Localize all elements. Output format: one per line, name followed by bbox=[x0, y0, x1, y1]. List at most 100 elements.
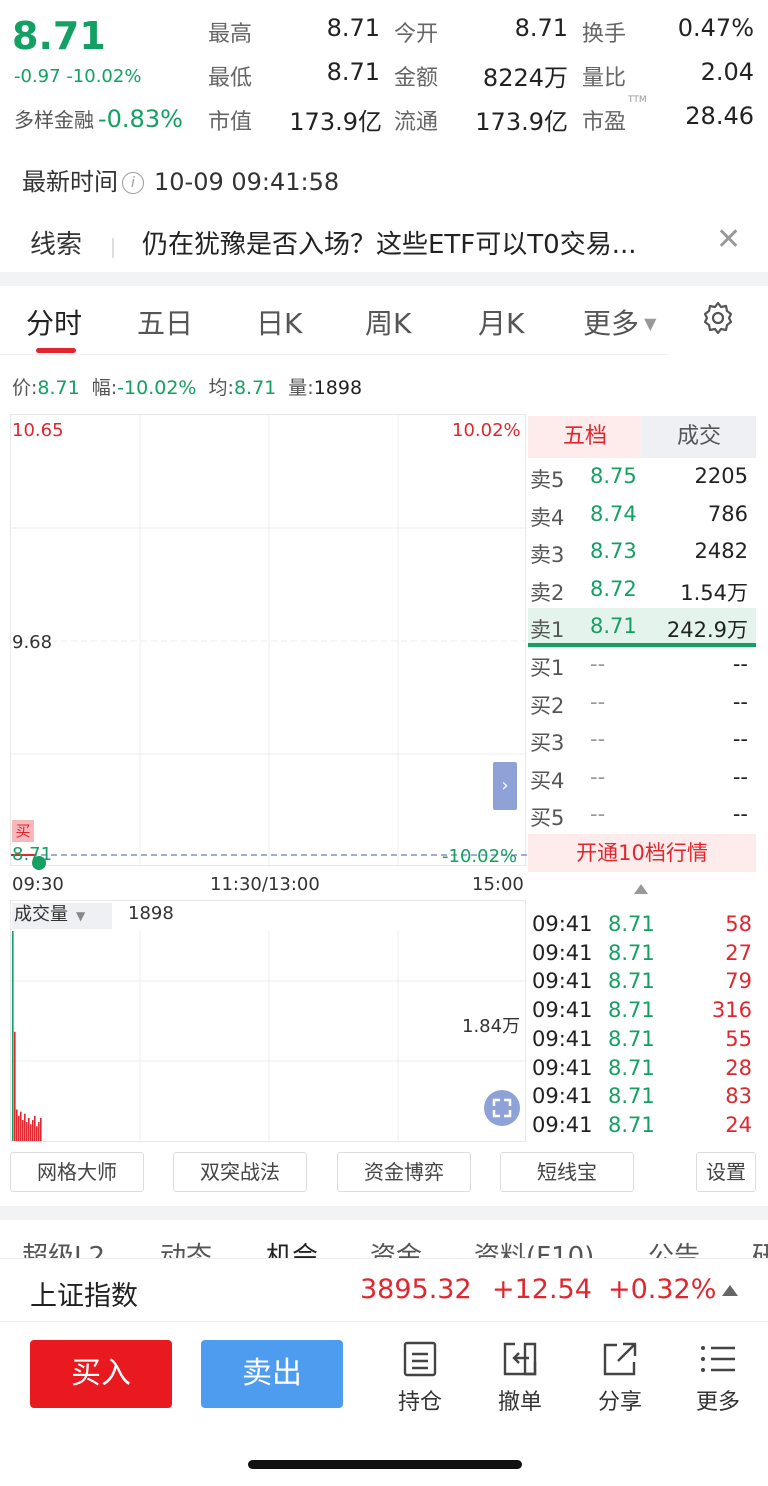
sell-level-row[interactable]: 卖4 8.74 786 bbox=[530, 496, 752, 533]
buy-level-row[interactable]: 买1 -- -- bbox=[530, 646, 752, 683]
trade-row: 09:41 8.71 55 bbox=[532, 1027, 754, 1056]
tab-daily-k[interactable]: 日K bbox=[256, 302, 302, 342]
volume-bar bbox=[36, 1126, 38, 1141]
level-price: -- bbox=[590, 764, 606, 789]
current-price: 8.71 bbox=[12, 14, 106, 58]
pct-label-top: 10.02% bbox=[452, 420, 521, 441]
sell-level-row[interactable]: 卖2 8.72 1.54万 bbox=[530, 571, 752, 608]
trade-volume: 28 bbox=[725, 1055, 752, 1080]
chart-info-line: 价:8.71 幅:-10.02% 均:8.71 量:1898 bbox=[12, 377, 363, 399]
sell-level-row[interactable]: 卖1 8.71 242.9万 bbox=[530, 608, 752, 645]
sell-level-row[interactable]: 卖5 8.75 2205 bbox=[530, 458, 752, 495]
y-label-mid: 9.68 bbox=[12, 632, 53, 653]
buy-level-row[interactable]: 买3 -- -- bbox=[530, 721, 752, 758]
share-button[interactable]: 分享 bbox=[590, 1340, 650, 1416]
chart-tabs: 分时 五日 日K 周K 月K 更多 ▼ bbox=[0, 290, 768, 354]
fullscreen-icon[interactable] bbox=[484, 1090, 520, 1126]
tab-news[interactable]: 动态 bbox=[160, 1236, 212, 1258]
pe-ttm-suffix: TTM bbox=[628, 95, 647, 105]
buy-level-row[interactable]: 买4 -- -- bbox=[530, 759, 752, 796]
x-label-midday: 11:30/13:00 bbox=[210, 874, 320, 895]
tool-capital-game[interactable]: 资金博弈 bbox=[337, 1152, 471, 1192]
level-volume: -- bbox=[732, 727, 748, 751]
level-volume: 786 bbox=[707, 501, 748, 526]
tab-super-l2[interactable]: 超级L2 bbox=[22, 1236, 105, 1258]
buy-marker[interactable]: 买 bbox=[12, 820, 34, 842]
expand-panel-button[interactable]: › bbox=[493, 762, 517, 810]
tab-intraday[interactable]: 分时 bbox=[26, 302, 82, 342]
volume-bar bbox=[16, 1109, 18, 1141]
tool-short-term[interactable]: 短线宝 bbox=[500, 1152, 634, 1192]
sell-button[interactable]: 卖出 bbox=[201, 1340, 343, 1408]
more-button[interactable]: 更多 bbox=[688, 1340, 748, 1416]
volume-bar bbox=[38, 1122, 40, 1141]
caret-down-icon: ▼ bbox=[76, 909, 86, 923]
index-ticker[interactable]: 上证指数 3895.32 +12.54 +0.32% bbox=[0, 1258, 768, 1322]
trade-volume: 316 bbox=[711, 998, 752, 1023]
level-label: 买1 bbox=[530, 656, 565, 680]
trade-time: 09:41 bbox=[532, 912, 593, 936]
tab-capital[interactable]: 资金 bbox=[370, 1236, 422, 1258]
level-label: 买2 bbox=[530, 693, 565, 718]
tab-five-day[interactable]: 五日 bbox=[137, 302, 193, 342]
expand-up-icon[interactable] bbox=[722, 1285, 738, 1296]
trade-volume: 24 bbox=[725, 1112, 752, 1137]
gear-icon[interactable] bbox=[700, 300, 736, 336]
clue-banner[interactable]: 线索 仍在犹豫是否入场？这些ETF可以T0交易... ✕ bbox=[0, 210, 768, 270]
level-label: 买3 bbox=[530, 731, 565, 755]
scroll-up-icon[interactable] bbox=[634, 884, 648, 894]
index-change-pct: +0.32% bbox=[608, 1274, 717, 1305]
trade-price: 8.71 bbox=[608, 998, 655, 1023]
tab-more[interactable]: 更多 ▼ bbox=[583, 302, 656, 342]
y-label-top: 10.65 bbox=[12, 420, 64, 441]
quote-label-market-cap: 市值 bbox=[208, 110, 253, 135]
intraday-chart[interactable] bbox=[10, 414, 527, 867]
close-icon[interactable]: ✕ bbox=[716, 222, 741, 257]
trade-time: 09:41 bbox=[532, 1084, 593, 1109]
volume-bar bbox=[34, 1115, 36, 1141]
volume-chart[interactable] bbox=[10, 900, 527, 1143]
quote-header: 8.71 -0.97 -10.02% 多样金融 -0.83% 最高 8.71 今开… bbox=[0, 0, 768, 150]
clue-text[interactable]: 仍在犹豫是否入场？这些ETF可以T0交易... bbox=[142, 224, 636, 261]
volume-max-label: 1.84万 bbox=[462, 1016, 521, 1037]
share-icon bbox=[603, 1342, 637, 1376]
tool-grid-master[interactable]: 网格大师 bbox=[10, 1152, 144, 1192]
level-volume: 1.54万 bbox=[680, 580, 748, 605]
tab-announcements[interactable]: 公告 bbox=[648, 1236, 700, 1258]
upgrade-10-level-button[interactable]: 开通10档行情 bbox=[528, 834, 756, 872]
buy-button[interactable]: 买入 bbox=[30, 1340, 172, 1408]
tab-research[interactable]: 研 bbox=[752, 1236, 768, 1258]
caret-down-icon: ▼ bbox=[639, 314, 657, 333]
tab-monthly-k[interactable]: 月K bbox=[478, 302, 524, 342]
home-indicator[interactable] bbox=[248, 1460, 522, 1469]
volume-value: 1898 bbox=[128, 903, 174, 924]
holdings-button[interactable]: 持仓 bbox=[390, 1340, 450, 1416]
level-price: -- bbox=[590, 652, 606, 676]
trade-time: 09:41 bbox=[532, 1055, 593, 1080]
latest-time-label: 最新时间 bbox=[22, 168, 118, 196]
level-price: -- bbox=[590, 689, 606, 714]
tab-weekly-k[interactable]: 周K bbox=[365, 302, 411, 342]
info-icon[interactable]: i bbox=[122, 172, 144, 194]
buy-level-row[interactable]: 买5 -- -- bbox=[530, 796, 752, 833]
sell-level-row[interactable]: 卖3 8.73 2482 bbox=[530, 533, 752, 570]
tool-double-breakout[interactable]: 双突战法 bbox=[173, 1152, 307, 1192]
quote-label-amount: 金额 bbox=[394, 66, 439, 91]
tool-settings[interactable]: 设置 bbox=[696, 1152, 756, 1192]
tab-depth[interactable]: 五档 bbox=[528, 416, 642, 458]
latest-time-value: 10-09 09:41:58 bbox=[154, 168, 340, 196]
buy-level-row[interactable]: 买2 -- -- bbox=[530, 684, 752, 721]
tab-trades[interactable]: 成交 bbox=[642, 416, 756, 458]
cancel-order-icon bbox=[503, 1342, 537, 1376]
trade-time: 09:41 bbox=[532, 1112, 593, 1137]
tab-opportunity[interactable]: 机会 bbox=[266, 1236, 318, 1258]
level-price: 8.72 bbox=[590, 576, 637, 601]
volume-selector[interactable]: 成交量 ▼ bbox=[12, 903, 112, 929]
level-label: 买4 bbox=[530, 768, 565, 793]
cancel-order-button[interactable]: 撤单 bbox=[490, 1340, 550, 1416]
latest-time-row: 最新时间 i 10-09 09:41:58 bbox=[22, 162, 339, 197]
level-price: -- bbox=[590, 802, 606, 826]
sector-change[interactable]: 多样金融 -0.83% bbox=[14, 104, 183, 133]
quote-label-pe: 市盈 bbox=[582, 110, 627, 135]
tab-f10[interactable]: 资料(F10) bbox=[474, 1236, 594, 1258]
